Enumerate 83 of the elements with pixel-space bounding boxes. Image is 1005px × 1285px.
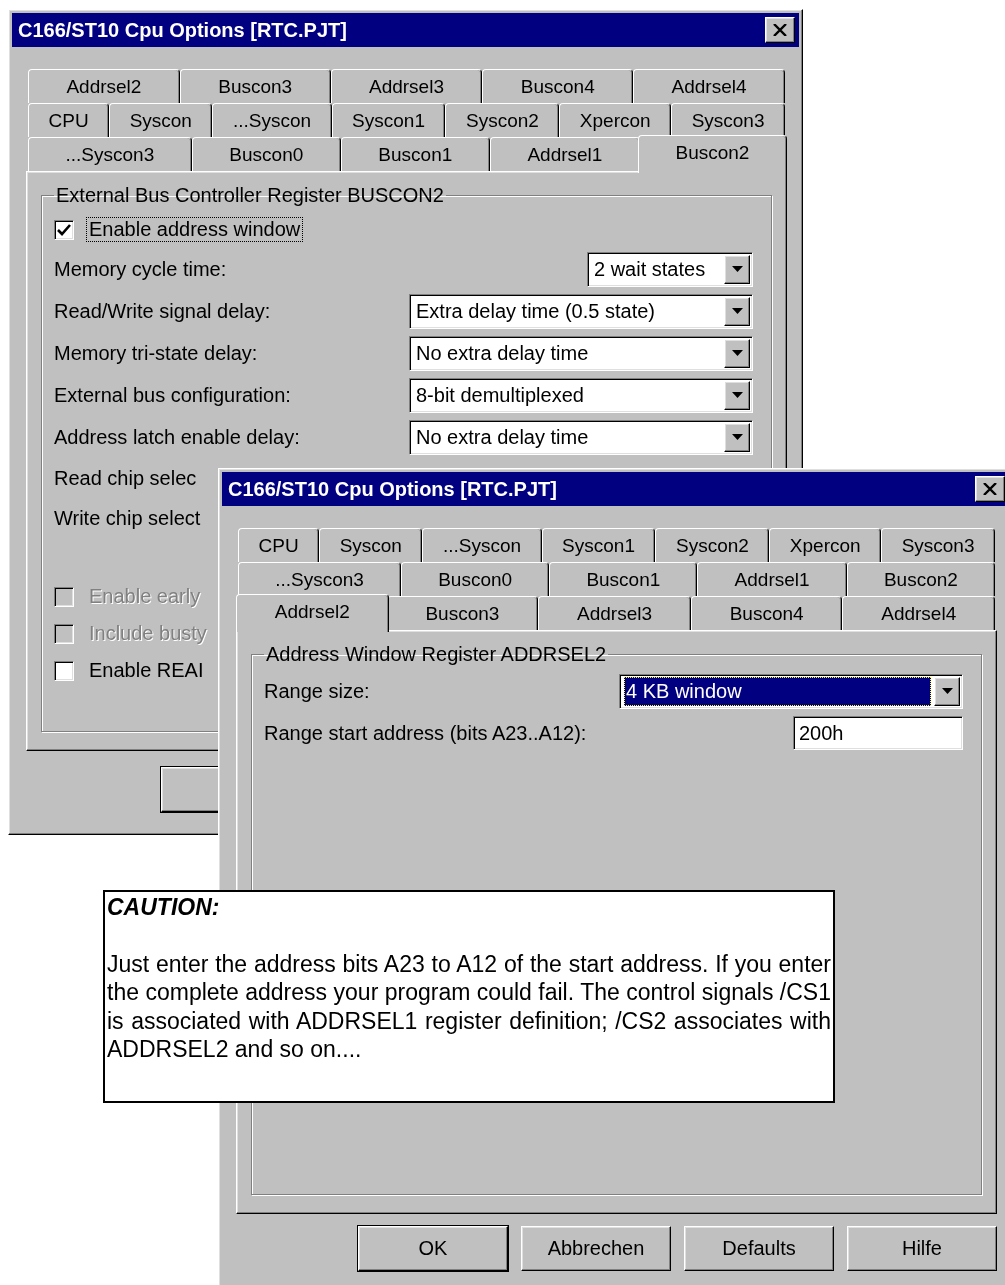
tab[interactable]: Buscon0 [191,137,341,171]
dialog-button[interactable]: Defaults [684,1226,834,1271]
dropdown-button[interactable] [724,296,750,326]
tab[interactable]: Syscon [319,528,423,562]
tab[interactable]: Addrsel3 [538,596,691,630]
dropdown-button[interactable] [724,338,750,368]
checkbox-label: Enable REAI [88,658,205,683]
caret-icon [731,308,743,314]
field-label: Read chip selec [54,466,197,490]
dropdown-field[interactable]: Extra delay time (0.5 state) [409,293,753,329]
field-label: External bus configuration: [54,383,291,407]
dropdown-field[interactable]: No extra delay time [409,419,753,455]
checkbox-label: Enable address window [86,217,304,242]
dropdown-field[interactable]: 8-bit demultiplexed [409,377,753,413]
caret-icon [731,392,743,398]
tab[interactable]: Addrsel4 [842,596,996,630]
tab[interactable]: Syscon3 [671,103,785,137]
tab[interactable]: Syscon1 [541,528,656,562]
caret-icon [731,266,743,272]
window-title: C166/ST10 Cpu Options [RTC.PJT] [18,18,347,42]
group-title: Address Window Register ADDRSEL2 [265,643,608,666]
window-title: C166/ST10 Cpu Options [RTC.PJT] [228,477,557,501]
checkmark-icon [57,223,71,236]
field-label: Memory cycle time: [54,257,227,281]
dialog-button[interactable]: Hilfe [847,1226,997,1271]
checkbox[interactable] [54,219,74,240]
tab[interactable]: Syscon1 [331,103,446,137]
dialog-button[interactable]: Abbrechen [521,1226,671,1271]
field-label: Memory tri-state delay: [54,341,258,365]
dropdown-field[interactable]: 2 wait states [587,251,753,287]
tab[interactable]: Syscon [109,103,213,137]
caret-icon [941,688,953,694]
caret-icon [731,350,743,356]
field-label: Range size: [264,679,370,703]
close-button[interactable] [765,17,795,43]
tab[interactable]: Buscon0 [401,562,550,596]
tab[interactable]: Buscon1 [549,562,698,596]
tab[interactable]: CPU [28,103,110,137]
input-field[interactable]: 200h [793,716,963,750]
checkbox[interactable] [54,660,74,681]
tab[interactable]: Buscon3 [179,69,331,103]
tab[interactable]: Buscon4 [690,596,843,630]
close-button[interactable] [975,476,1005,502]
tab[interactable]: CPU [238,528,320,562]
checkbox-label: Include busty [88,621,208,646]
checkbox-label: Enable early [88,584,202,609]
tab[interactable]: ...Syscon3 [238,562,401,596]
tab[interactable]: Xpercon [559,103,672,137]
close-icon [773,24,787,36]
dropdown-button[interactable] [934,676,960,706]
tab[interactable]: Syscon2 [655,528,770,562]
tab[interactable]: ...Syscon [422,528,542,562]
dropdown-button[interactable] [724,254,750,284]
field-label: Address latch enable delay: [54,425,300,449]
tab[interactable]: Buscon3 [386,596,539,630]
caution-text: Just enter the address bits A23 to A12 of the start address. If you enter the complete address your program could fail. The control signals /CS1 is associated with ADDRSEL1 register definition; /CS2 associates with ADDRSEL2 and so on.... [107,949,831,1064]
tab[interactable]: ...Syscon3 [28,137,192,171]
field-label: Range start address (bits A23..A12): [264,721,587,745]
tab[interactable]: Xpercon [769,528,882,562]
tab[interactable]: Addrsel1 [697,562,847,596]
tab[interactable]: ...Syscon [212,103,332,137]
tab[interactable]: Buscon4 [482,69,634,103]
caret-icon [731,434,743,440]
tab[interactable]: Buscon2 [846,562,995,596]
field-label: Read/Write signal delay: [54,299,271,323]
tab[interactable]: Buscon1 [340,137,490,171]
dialog-button[interactable]: OK [358,1226,508,1271]
tab[interactable]: Addrsel3 [330,69,483,103]
caution-title: CAUTION: [107,893,221,922]
tab[interactable]: Syscon3 [881,528,995,562]
dropdown-button[interactable] [724,380,750,410]
dropdown-field[interactable]: No extra delay time [409,335,753,371]
dropdown-field[interactable]: 4 KB window [619,673,963,709]
tab[interactable]: Addrsel4 [633,69,785,103]
group-title: External Bus Controller Register BUSCON2 [55,184,445,207]
tab[interactable]: Syscon2 [445,103,560,137]
dropdown-button[interactable] [724,422,750,452]
tab[interactable]: Addrsel2 [236,594,389,632]
field-label: Write chip select [54,506,201,530]
close-icon [983,483,997,495]
tab[interactable]: Buscon2 [637,135,787,173]
tab[interactable]: Addrsel2 [28,69,180,103]
tab[interactable]: Addrsel1 [489,137,640,171]
